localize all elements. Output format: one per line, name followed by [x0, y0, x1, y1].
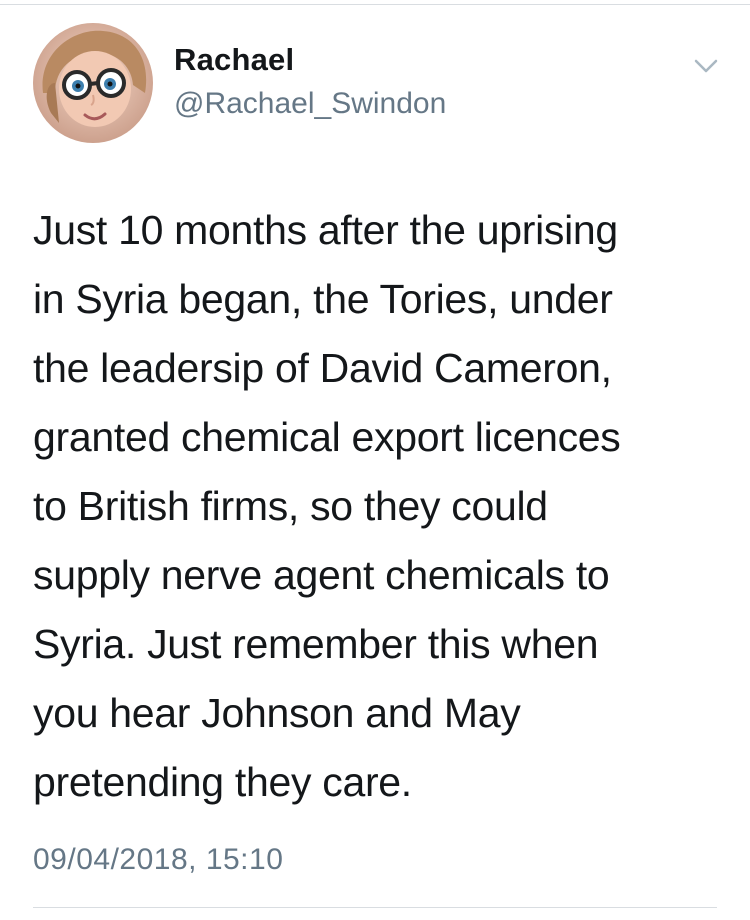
- tweet-text-line: you hear Johnson and May: [33, 690, 521, 736]
- tweet-text-line: Just 10 months after the uprising: [33, 207, 618, 253]
- user-handle[interactable]: @Rachael_Swindon: [174, 84, 446, 124]
- tweet-card: Rachael @Rachael_Swindon Just 10 months …: [0, 0, 750, 920]
- tweet-text: Just 10 months after the uprising in Syr…: [33, 196, 733, 817]
- tweet-timestamp[interactable]: 09/04/2018, 15:10: [33, 838, 283, 882]
- display-name[interactable]: Rachael: [174, 40, 446, 80]
- tweet-text-line: Syria. Just remember this when: [33, 621, 599, 667]
- avatar-image: [33, 23, 153, 143]
- tweet-text-line: pretending they care.: [33, 759, 412, 805]
- chevron-down-icon[interactable]: [688, 52, 724, 80]
- user-info: Rachael @Rachael_Swindon: [174, 40, 446, 124]
- tweet-text-line: in Syria began, the Tories, under: [33, 276, 613, 322]
- tweet-text-line: supply nerve agent chemicals to: [33, 552, 610, 598]
- tweet-text-line: the leadersip of David Cameron,: [33, 345, 612, 391]
- tweet-text-line: to British firms, so they could: [33, 483, 548, 529]
- tweet-text-line: granted chemical export licences: [33, 414, 621, 460]
- avatar[interactable]: [33, 23, 153, 143]
- bottom-divider: [33, 907, 717, 908]
